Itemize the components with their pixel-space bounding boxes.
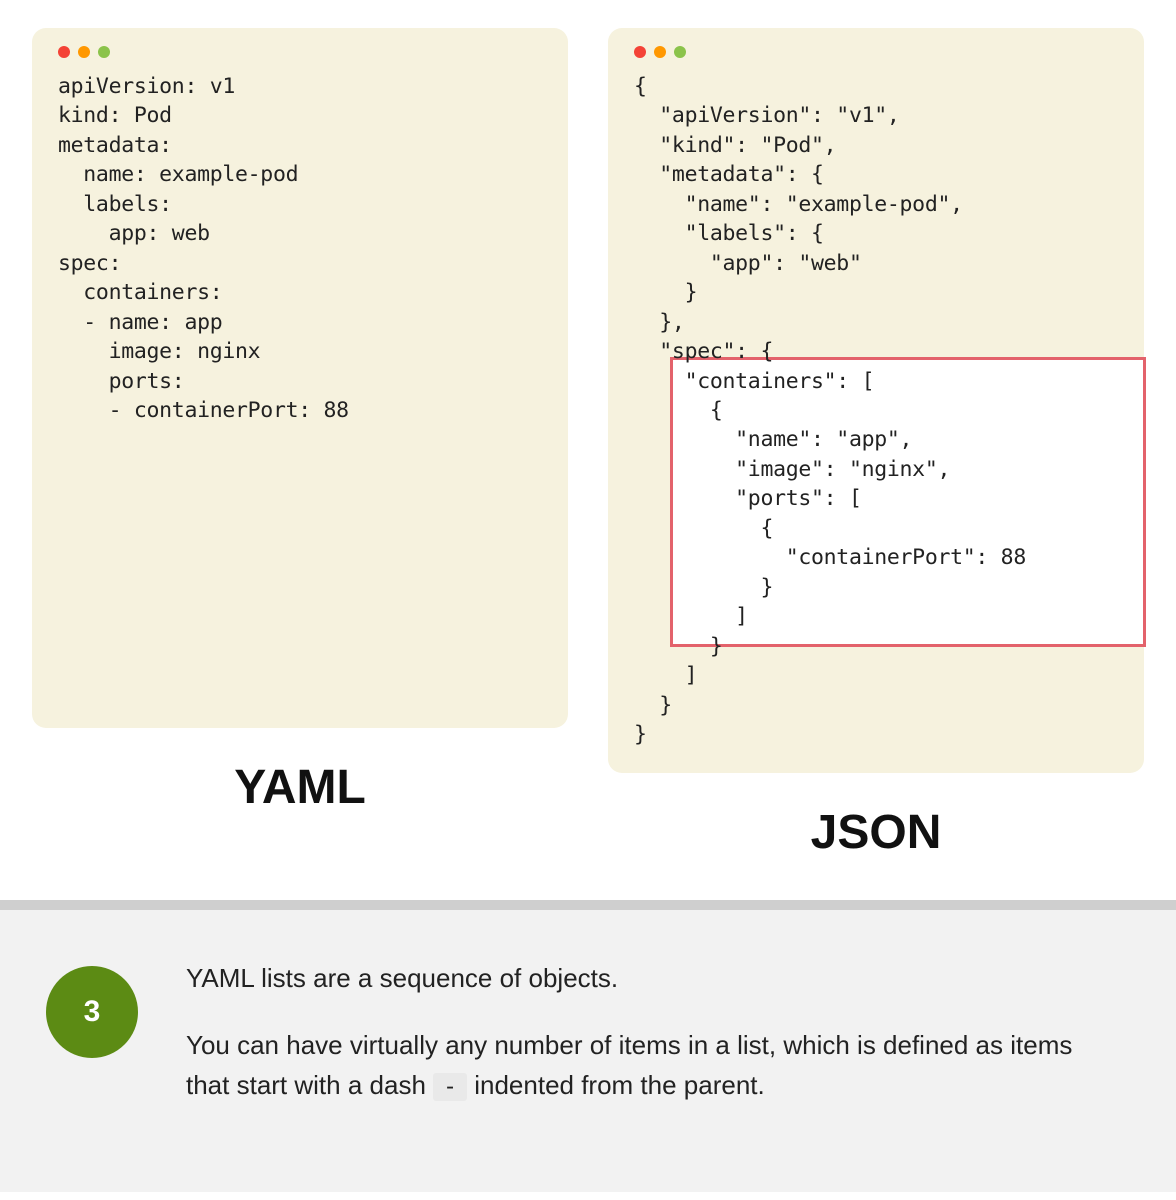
window-dots: [58, 46, 542, 58]
maximize-dot-icon: [98, 46, 110, 58]
yaml-code: apiVersion: v1 kind: Pod metadata: name:…: [58, 72, 542, 425]
window-dots: [634, 46, 1118, 58]
minimize-dot-icon: [78, 46, 90, 58]
desc-line-2: You can have virtually any number of ite…: [186, 1025, 1112, 1106]
close-dot-icon: [58, 46, 70, 58]
json-code: { "apiVersion": "v1", "kind": "Pod", "me…: [634, 72, 1118, 749]
minimize-dot-icon: [654, 46, 666, 58]
yaml-window: apiVersion: v1 kind: Pod metadata: name:…: [32, 28, 568, 728]
maximize-dot-icon: [674, 46, 686, 58]
json-window: { "apiVersion": "v1", "kind": "Pod", "me…: [608, 28, 1144, 773]
dash-code: -: [433, 1073, 467, 1101]
step-number-badge: 3: [46, 966, 138, 1058]
close-dot-icon: [634, 46, 646, 58]
step-description: YAML lists are a sequence of objects. Yo…: [186, 958, 1112, 1131]
desc-text: indented from the parent.: [467, 1070, 765, 1100]
json-label: JSON: [608, 805, 1144, 860]
desc-line-1: YAML lists are a sequence of objects.: [186, 958, 1112, 998]
yaml-label: YAML: [32, 760, 568, 815]
section-divider: [0, 900, 1176, 910]
